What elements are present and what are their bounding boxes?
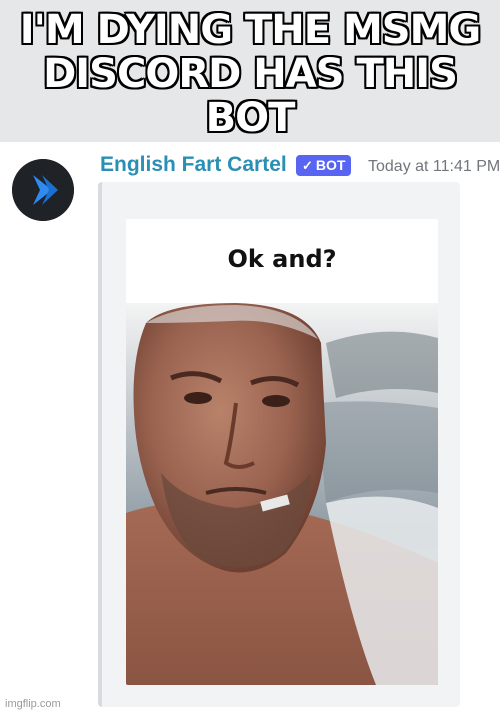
check-icon: ✓	[302, 158, 313, 173]
chevron-right-icon	[12, 159, 74, 221]
bald-man-selfie-image	[126, 303, 438, 685]
meme-caption: I'M DYING THE MSMG DISCORD HAS THIS BOT	[19, 7, 482, 141]
gif-embed: Ok and?	[98, 182, 460, 707]
discord-message: English Fart Cartel ✓ BOT Today at 11:41…	[0, 142, 500, 715]
timestamp: Today at 11:41 PM	[368, 158, 500, 175]
username[interactable]: English Fart Cartel	[100, 152, 287, 178]
gif-caption: Ok and?	[227, 245, 337, 273]
meme-caption-bar: I'M DYING THE MSMG DISCORD HAS THIS BOT	[0, 0, 500, 142]
bot-tag-label: BOT	[315, 157, 346, 173]
bot-avatar[interactable]	[12, 159, 74, 221]
gif-card[interactable]: Ok and?	[126, 219, 438, 685]
imgflip-watermark: imgflip.com	[5, 698, 61, 710]
bot-tag: ✓ BOT	[296, 155, 352, 176]
